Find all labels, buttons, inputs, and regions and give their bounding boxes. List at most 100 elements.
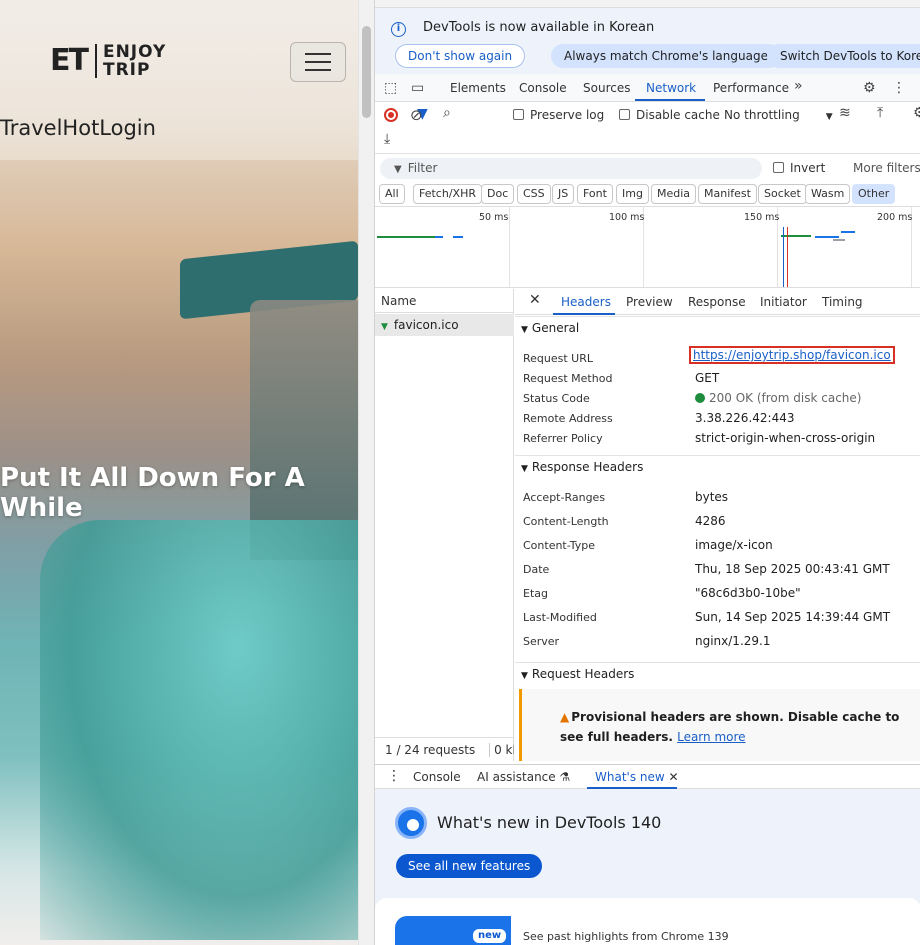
header-key: Accept-Ranges — [523, 491, 606, 504]
chip-socket[interactable]: Socket — [758, 184, 807, 204]
response-headers-section-header[interactable]: ▼ Response Headers — [515, 455, 920, 479]
page-scrollbar[interactable] — [358, 0, 374, 945]
more-options-icon[interactable]: ⋮ — [892, 80, 906, 96]
close-icon[interactable]: ✕ — [529, 292, 541, 308]
request-headers-section-header[interactable]: ▼ Request Headers — [515, 662, 920, 686]
request-url-highlight[interactable]: https://enjoytrip.shop/favicon.ico — [689, 346, 895, 364]
active-tab-underline — [635, 99, 705, 101]
see-all-features-button[interactable]: See all new features — [396, 854, 543, 878]
always-match-language-button[interactable]: Always match Chrome's language — [551, 44, 781, 68]
tab-preview[interactable]: Preview — [626, 295, 673, 309]
tab-console[interactable]: Console — [519, 81, 567, 95]
throttling-value: No throttling — [724, 108, 800, 122]
request-list: Name ▼ favicon.ico 1 / 24 requests 0 kB — [375, 289, 514, 761]
whats-new-label: What's new — [595, 770, 665, 784]
tab-timing[interactable]: Timing — [822, 295, 863, 309]
settings-icon[interactable]: ⚙ — [913, 105, 920, 121]
timeline-tick-50: 50 ms — [479, 212, 509, 223]
network-conditions-icon[interactable]: ≋ — [839, 105, 851, 121]
chip-wasm[interactable]: Wasm — [805, 184, 851, 204]
menu-toggle-button[interactable] — [290, 42, 346, 82]
site-logo[interactable]: ET ENJOY TRIP — [50, 43, 166, 79]
tab-sources[interactable]: Sources — [583, 81, 630, 95]
tab-network[interactable]: Network — [646, 81, 696, 95]
ai-assistance-label: AI assistance — [477, 770, 556, 784]
logo-mark: ET — [50, 44, 97, 78]
export-har-icon[interactable]: ⤓ — [384, 131, 390, 147]
timeline-bar — [453, 236, 463, 238]
load-event-line — [787, 227, 788, 287]
switch-language-button[interactable]: Switch DevTools to Korean — [767, 44, 920, 68]
invert-label: Invert — [790, 161, 826, 175]
drawer-tab-ai-assistance[interactable]: AI assistance ⚗ — [477, 770, 570, 784]
expand-triangle-icon: ▼ — [521, 671, 528, 681]
settings-gear-icon[interactable]: ⚙ — [863, 80, 876, 96]
chip-all[interactable]: All — [379, 184, 405, 204]
checkbox-box[interactable] — [513, 109, 524, 120]
provisional-headers-warning: ▲ Provisional headers are shown. Disable … — [519, 689, 920, 761]
header-value: bytes — [695, 490, 729, 504]
chip-media[interactable]: Media — [651, 184, 697, 204]
header-key: Request Method — [523, 372, 613, 385]
chrome-devtools-logo-icon — [395, 807, 427, 839]
chip-manifest[interactable]: Manifest — [698, 184, 757, 204]
past-highlights-card[interactable]: new See past highlights from Chrome 139 — [375, 898, 920, 945]
header-value-url[interactable]: https://enjoytrip.shop/favicon.ico — [689, 346, 895, 364]
chip-fetch-xhr[interactable]: Fetch/XHR — [413, 184, 482, 204]
checkbox-box[interactable] — [773, 162, 784, 173]
header-value: Sun, 14 Sep 2025 14:39:44 GMT — [695, 610, 891, 624]
record-button[interactable] — [384, 108, 398, 122]
tab-headers[interactable]: Headers — [561, 295, 611, 309]
drawer-tab-whats-new[interactable]: What's new ✕ — [595, 770, 679, 784]
import-har-icon[interactable]: ⤒ — [877, 105, 883, 121]
timeline-tick-150: 150 ms — [744, 212, 780, 223]
drawer-menu-icon[interactable]: ⋮ — [387, 768, 401, 784]
tab-elements[interactable]: Elements — [450, 81, 506, 95]
flask-icon: ⚗ — [559, 770, 571, 784]
filter-input[interactable]: ▼ Filter — [380, 158, 762, 179]
chip-doc[interactable]: Doc — [481, 184, 515, 204]
more-tabs-icon[interactable]: » — [794, 78, 803, 94]
search-icon[interactable]: ⌕ — [443, 105, 451, 121]
expand-triangle-icon: ▼ — [521, 325, 528, 335]
close-tab-icon[interactable]: ✕ — [669, 770, 679, 784]
clear-icon[interactable]: ⊘ — [410, 106, 423, 124]
chip-other[interactable]: Other — [852, 184, 896, 204]
drawer-tab-console[interactable]: Console — [413, 770, 461, 784]
tab-response[interactable]: Response — [688, 295, 746, 309]
chip-css[interactable]: CSS — [517, 184, 551, 204]
filter-placeholder: Filter — [407, 161, 438, 175]
network-toolbar: ▼ ⌕ Preserve log Disable cache No thrott… — [375, 102, 920, 128]
dont-show-again-button[interactable]: Don't show again — [395, 44, 526, 68]
chip-font[interactable]: Font — [577, 184, 613, 204]
checkbox-box[interactable] — [619, 109, 630, 120]
tab-performance[interactable]: Performance — [713, 81, 789, 95]
network-timeline-overview[interactable]: 50 ms 100 ms 150 ms 200 ms — [375, 206, 920, 288]
scrollbar-thumb[interactable] — [362, 26, 371, 118]
request-row[interactable]: ▼ favicon.ico — [375, 314, 514, 336]
throttling-select[interactable]: No throttling ▼ — [724, 108, 833, 122]
tab-initiator[interactable]: Initiator — [760, 295, 807, 309]
status-ok-dot — [695, 393, 705, 403]
name-column-header[interactable]: Name — [375, 289, 514, 313]
disable-cache-checkbox[interactable]: Disable cache — [619, 108, 720, 122]
header-value-status: 200 OK (from disk cache) — [695, 391, 861, 405]
inspect-element-icon[interactable]: ⬚ — [384, 80, 397, 96]
device-toolbar-icon[interactable]: ▭ — [411, 80, 424, 96]
timeline-bar — [435, 236, 443, 238]
header-value: 4286 — [695, 514, 726, 528]
preserve-log-checkbox[interactable]: Preserve log — [513, 108, 604, 122]
logo-line2: TRIP — [102, 60, 151, 80]
general-title: General — [531, 321, 580, 335]
nav-links-text[interactable]: TravelHotLogin — [0, 116, 156, 140]
general-section-header[interactable]: ▼ General — [515, 316, 920, 340]
preserve-log-label: Preserve log — [530, 108, 605, 122]
chip-img[interactable]: Img — [616, 184, 649, 204]
site-nav[interactable]: TravelHotLogin — [0, 116, 156, 140]
chip-js[interactable]: JS — [552, 184, 575, 204]
devtools-panel: i DevTools is now available in Korean Do… — [374, 0, 920, 945]
more-filters-button[interactable]: More filters — [853, 161, 920, 175]
chevron-down-icon: ▼ — [825, 112, 833, 122]
learn-more-link[interactable]: Learn more — [677, 730, 745, 744]
invert-checkbox[interactable]: Invert — [773, 161, 825, 175]
